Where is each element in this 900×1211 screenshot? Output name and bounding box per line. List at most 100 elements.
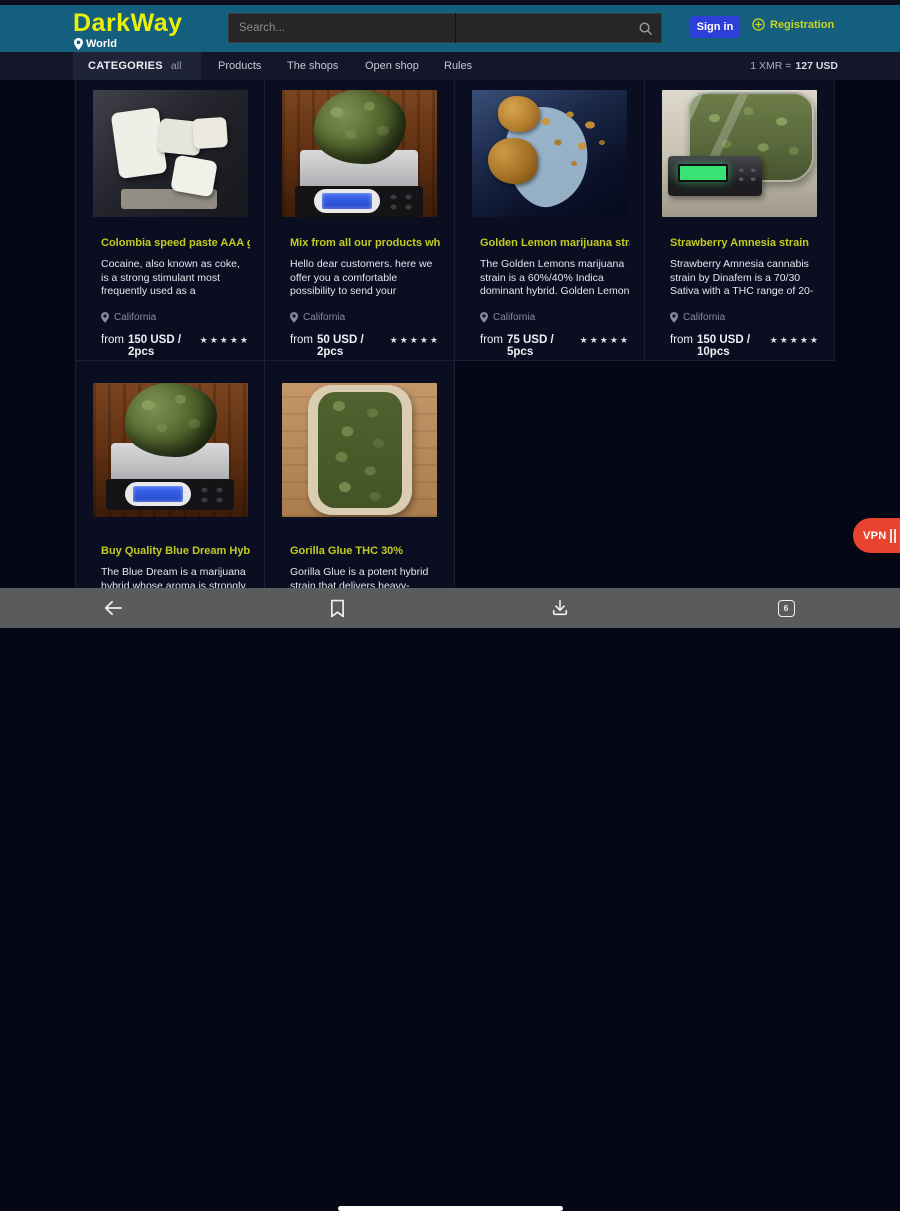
product-title: Buy Quality Blue Dream Hybrid [101, 545, 250, 557]
download-icon [551, 599, 569, 617]
product-photo [282, 383, 437, 517]
photo-shape [125, 383, 217, 457]
product-card[interactable]: Golden Lemon marijuana strain The Golden… [455, 80, 645, 361]
price-prefix: from [101, 334, 124, 346]
rating-stars: ★★★★★ [390, 335, 440, 346]
photo-shape [318, 392, 402, 508]
price-value: 150 USD / 10pcs [697, 334, 765, 358]
location-pin-icon [101, 312, 109, 323]
product-card[interactable]: Gorilla Glue THC 30% Gorilla Glue is a p… [265, 361, 455, 588]
price-value: 75 USD / 5pcs [507, 334, 575, 358]
location-pin-icon [290, 312, 298, 323]
product-location: California [114, 312, 156, 323]
price-prefix: from [290, 334, 313, 346]
product-description: The Blue Dream is a marijuana hybrid who… [101, 566, 250, 588]
product-photo [662, 90, 817, 217]
bookmark-icon [330, 599, 345, 618]
photo-shape [191, 117, 227, 149]
photo-shape [314, 90, 406, 164]
photo-shape [534, 104, 614, 174]
photo-shape [734, 166, 758, 188]
tab-counter-icon: 6 [778, 600, 795, 617]
site-logo[interactable]: DarkWay [73, 9, 183, 38]
photo-shape [197, 484, 227, 504]
tabs-button[interactable]: 6 [774, 596, 798, 620]
product-price: from 75 USD / 5pcs ★★★★★ [480, 334, 630, 358]
nav-link-products[interactable]: Products [218, 52, 261, 80]
categories-menu[interactable]: CATEGORIES all [73, 52, 201, 80]
back-button[interactable] [101, 596, 125, 620]
header-bar: DarkWay World Sign in Registration [0, 5, 900, 52]
photo-shape [170, 155, 218, 198]
product-photo [282, 90, 437, 217]
vpn-signal-bars [890, 529, 896, 543]
product-location: California [493, 312, 535, 323]
location-pin-icon [670, 312, 678, 323]
rate-label: 1 XMR = [750, 60, 791, 72]
search-icon [638, 21, 653, 36]
price-value: 150 USD / 2pcs [128, 334, 195, 358]
product-description: Gorilla Glue is a potent hybrid strain t… [290, 566, 440, 588]
photo-shape [386, 191, 416, 211]
product-price: from 150 USD / 10pcs ★★★★★ [670, 334, 820, 358]
content-area: Colombia speed paste AAA grad... Cocaine… [0, 80, 900, 588]
search-bar [228, 13, 662, 43]
product-description: Cocaine, also known as coke, is a strong… [101, 258, 250, 299]
product-card[interactable]: Mix from all our products what ... Hello… [265, 80, 455, 361]
product-title: Gorilla Glue THC 30% [290, 545, 440, 557]
registration-label: Registration [770, 19, 834, 31]
product-price: from 150 USD / 2pcs ★★★★★ [101, 334, 250, 358]
browser-toolbar: 6 [0, 588, 900, 628]
photo-shape [322, 193, 372, 209]
product-title: Strawberry Amnesia strain [670, 237, 820, 249]
product-title: Mix from all our products what ... [290, 237, 440, 249]
photo-shape [488, 138, 538, 184]
sign-in-button[interactable]: Sign in [690, 16, 740, 38]
nav-link-open-shop[interactable]: Open shop [365, 52, 419, 80]
product-title: Golden Lemon marijuana strain [480, 237, 630, 249]
search-button-area[interactable] [456, 14, 661, 42]
nav-bar: CATEGORIES all Products The shops Open s… [0, 52, 900, 80]
location-pin-icon [480, 312, 488, 323]
photo-shape [133, 486, 183, 502]
product-location: California [303, 312, 345, 323]
tab-count: 6 [784, 603, 789, 613]
registration-link[interactable]: Registration [752, 18, 834, 31]
product-location: California [683, 312, 725, 323]
vpn-badge[interactable]: VPN [853, 518, 900, 553]
product-photo [93, 383, 248, 517]
exchange-rate: 1 XMR = 127 USD [750, 52, 838, 80]
product-description: Strawberry Amnesia cannabis strain by Di… [670, 258, 820, 299]
product-card[interactable]: Buy Quality Blue Dream Hybrid The Blue D… [75, 361, 265, 588]
location-selector[interactable]: World [74, 38, 117, 50]
product-photo [93, 90, 248, 217]
categories-label: CATEGORIES [88, 60, 163, 72]
product-title: Colombia speed paste AAA grad... [101, 237, 250, 249]
product-card[interactable]: Strawberry Amnesia strain Strawberry Amn… [645, 80, 835, 361]
back-arrow-icon [102, 599, 124, 617]
rating-stars: ★★★★★ [770, 335, 820, 346]
price-prefix: from [480, 334, 503, 346]
nav-link-rules[interactable]: Rules [444, 52, 472, 80]
bookmark-button[interactable] [325, 596, 349, 620]
product-card[interactable]: Colombia speed paste AAA grad... Cocaine… [75, 80, 265, 361]
home-indicator[interactable] [338, 1206, 563, 1211]
search-input[interactable] [229, 14, 455, 42]
rating-stars: ★★★★★ [580, 335, 630, 346]
location-pin-icon [74, 38, 83, 50]
price-prefix: from [670, 334, 693, 346]
vpn-label: VPN [863, 530, 887, 542]
product-description: Hello dear customers. here we offer you … [290, 258, 440, 299]
download-button[interactable] [548, 596, 572, 620]
product-price: from 50 USD / 2pcs ★★★★★ [290, 334, 440, 358]
categories-filter: all [171, 60, 182, 72]
product-photo [472, 90, 627, 217]
plus-circle-icon [752, 18, 765, 31]
nav-link-the-shops[interactable]: The shops [287, 52, 338, 80]
product-description: The Golden Lemons marijuana strain is a … [480, 258, 630, 299]
price-value: 50 USD / 2pcs [317, 334, 385, 358]
location-label: World [86, 38, 117, 50]
rating-stars: ★★★★★ [200, 335, 250, 346]
photo-shape [678, 164, 728, 182]
rate-value: 127 USD [795, 60, 838, 72]
